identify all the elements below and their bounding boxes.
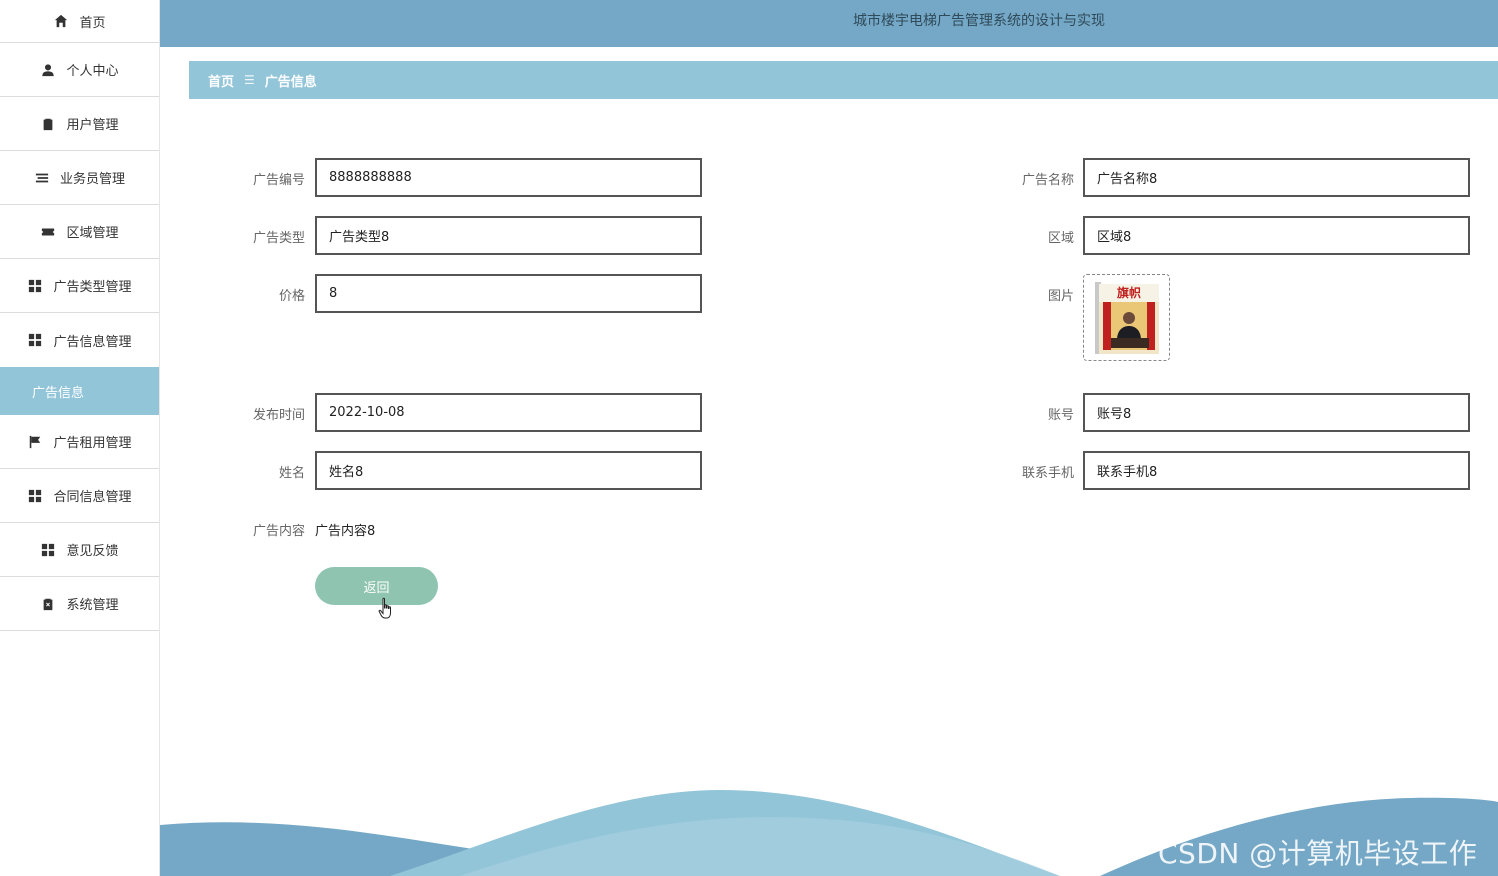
top-bar: 城市楼宇电梯广告管理系统的设计与实现 <box>160 0 1498 47</box>
content-label: 广告内容 <box>252 524 305 539</box>
app-title: 城市楼宇电梯广告管理系统的设计与实现 <box>853 13 1105 29</box>
sidebar-item-label: 用户管理 <box>66 118 119 133</box>
sidebar-item-users[interactable]: 用户管理 <box>0 97 159 151</box>
content-value: 广告内容8 <box>315 524 376 539</box>
sidebar-item-system[interactable]: 系统管理 <box>0 577 159 631</box>
sidebar-item-home[interactable]: 首页 <box>0 0 159 43</box>
grid-icon <box>27 332 43 348</box>
sidebar-item-label: 区域管理 <box>66 226 119 241</box>
sidebar-item-label: 系统管理 <box>66 598 119 613</box>
clipboard-icon <box>40 116 56 132</box>
sidebar-item-ad-rentals[interactable]: 广告租用管理 <box>0 415 159 469</box>
sidebar-item-contracts[interactable]: 合同信息管理 <box>0 469 159 523</box>
svg-text:旗帜: 旗帜 <box>1117 285 1141 300</box>
home-icon <box>53 13 69 29</box>
list-icon <box>34 170 50 186</box>
magazine-cover-image: 旗帜 <box>1089 280 1164 355</box>
phone-field[interactable]: 联系手机8 <box>1083 451 1470 490</box>
account-label: 账号 <box>1047 408 1074 423</box>
sidebar-item-label: 合同信息管理 <box>53 490 132 505</box>
grid-icon <box>40 542 56 558</box>
ad-no-label: 广告编号 <box>252 173 305 188</box>
sidebar-item-label: 广告租用管理 <box>53 436 132 451</box>
name-label: 姓名 <box>278 466 305 481</box>
ad-image-thumbnail[interactable]: 旗帜 <box>1083 274 1170 361</box>
price-label: 价格 <box>278 289 305 304</box>
ticket-icon <box>40 224 56 240</box>
ad-name-label: 广告名称 <box>1021 173 1074 188</box>
ad-type-label: 广告类型 <box>252 231 305 246</box>
breadcrumb-home[interactable]: 首页 <box>208 71 234 90</box>
region-field[interactable]: 区域8 <box>1083 216 1470 255</box>
sidebar-item-regions[interactable]: 区域管理 <box>0 205 159 259</box>
sidebar-item-label: 广告信息管理 <box>53 334 132 350</box>
account-field[interactable]: 账号8 <box>1083 393 1470 432</box>
sidebar-item-label: 意见反馈 <box>66 544 119 559</box>
breadcrumb-current: 广告信息 <box>264 74 317 90</box>
sidebar-item-salesmen[interactable]: 业务员管理 <box>0 151 159 205</box>
region-label: 区域 <box>1047 231 1074 246</box>
phone-label: 联系手机 <box>1021 466 1074 481</box>
back-button[interactable]: 返回 <box>315 567 438 605</box>
publish-time-label: 发布时间 <box>252 408 305 423</box>
hand-cursor-icon <box>378 597 391 619</box>
sidebar-item-profile[interactable]: 个人中心 <box>0 43 159 97</box>
ad-name-field[interactable]: 广告名称8 <box>1083 158 1470 197</box>
grid-icon <box>27 488 43 504</box>
sidebar: 首页 个人中心 用户管理 业务员管理 区域管理 广告类型管理 广告信息管理 广告… <box>0 0 160 876</box>
sidebar-item-ad-info-management[interactable]: 广告信息管理 <box>0 313 159 367</box>
csdn-watermark: CSDN @计算机毕设工作室 <box>1158 837 1478 870</box>
flag-icon <box>27 434 43 450</box>
grid-icon <box>27 278 43 294</box>
sidebar-item-label: 个人中心 <box>66 64 119 79</box>
breadcrumb: 首页 ☰ 广告信息 <box>189 61 1498 99</box>
sidebar-item-label: 首页 <box>79 15 106 31</box>
name-field[interactable]: 姓名8 <box>315 451 702 490</box>
price-field[interactable]: 8 <box>315 274 702 313</box>
ad-no-field[interactable]: 8888888888 <box>315 158 702 197</box>
sidebar-item-label: 广告类型管理 <box>53 280 132 295</box>
sidebar-item-label: 广告信息 <box>32 385 85 401</box>
publish-time-field[interactable]: 2022-10-08 <box>315 393 702 432</box>
sidebar-item-ad-types[interactable]: 广告类型管理 <box>0 259 159 313</box>
image-label: 图片 <box>1047 289 1074 304</box>
breadcrumb-separator-icon: ☰ <box>244 73 255 87</box>
ad-type-field[interactable]: 广告类型8 <box>315 216 702 255</box>
sidebar-item-label: 业务员管理 <box>59 172 125 187</box>
user-icon <box>40 62 56 78</box>
clipboard-x-icon <box>40 596 56 612</box>
sidebar-subitem-ad-info[interactable]: 广告信息 <box>0 367 159 415</box>
sidebar-item-feedback[interactable]: 意见反馈 <box>0 523 159 577</box>
